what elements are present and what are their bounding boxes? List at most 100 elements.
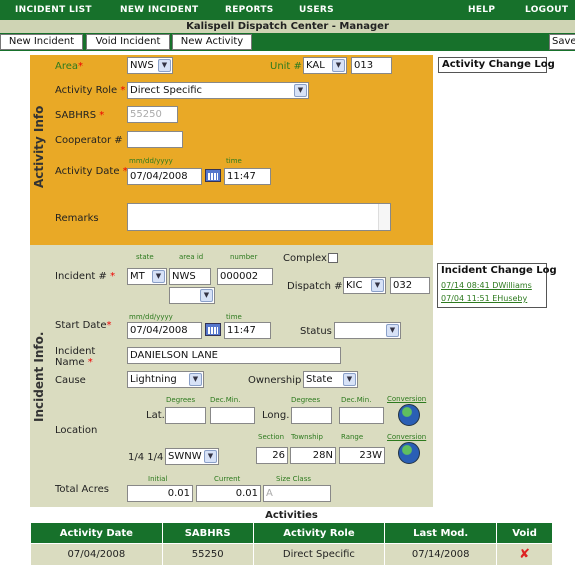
activity-role-label: Activity Role * <box>55 85 126 96</box>
lat-decmin-input[interactable] <box>210 407 255 424</box>
unit-prefix-select[interactable]: KAL ▼ <box>303 57 347 74</box>
col-last-mod[interactable]: Last Mod. <box>384 522 498 544</box>
chevron-down-icon: ▼ <box>371 279 384 292</box>
col-activity-role[interactable]: Activity Role <box>252 522 386 544</box>
total-acres-label: Total Acres <box>55 484 109 495</box>
nav-logout[interactable]: LOGOUT <box>525 5 568 15</box>
dispatch-number-input[interactable]: 032 <box>390 277 430 294</box>
incident-number-input[interactable]: 000002 <box>217 268 273 285</box>
start-date-input[interactable]: 07/04/2008 <box>127 322 202 339</box>
incident-change-log: Incident Change Log 07/14 08:41 DWilliam… <box>437 263 557 308</box>
table-row[interactable]: 07/04/2008 55250 Direct Specific 07/14/2… <box>30 543 553 566</box>
nav-reports[interactable]: REPORTS <box>225 5 274 15</box>
cause-label: Cause <box>55 375 86 386</box>
initial-acres-input[interactable]: 0.01 <box>127 485 193 502</box>
incident-name-label-1: Incident <box>55 346 96 357</box>
cooperator-input[interactable] <box>127 131 183 148</box>
current-hint: Current <box>214 475 241 483</box>
unit-number-input[interactable]: 013 <box>351 57 392 74</box>
lat-degrees-hint: Degrees <box>166 396 196 404</box>
calendar-icon[interactable] <box>205 169 221 182</box>
size-class-hint: Size Class <box>276 475 312 483</box>
sabhrs-label: SABHRS * <box>55 110 105 121</box>
globe-icon[interactable] <box>398 442 420 464</box>
status-label: Status <box>300 326 332 337</box>
area-select[interactable]: NWS ▼ <box>127 57 173 74</box>
activity-date-label: Activity Date * <box>55 166 128 177</box>
state-select[interactable]: MT ▼ <box>127 268 167 285</box>
activities-title: Activities <box>265 510 318 521</box>
ownership-select[interactable]: State ▼ <box>303 371 358 388</box>
chevron-down-icon: ▼ <box>189 373 202 386</box>
current-acres-input[interactable]: 0.01 <box>196 485 261 502</box>
conversion-link-latlong[interactable]: Conversion <box>387 395 426 403</box>
activity-role-select[interactable]: Direct Specific ▼ <box>127 82 309 99</box>
size-class-input[interactable]: A <box>263 485 331 502</box>
remarks-label: Remarks <box>55 213 99 224</box>
long-label: Long. <box>262 410 290 421</box>
area-id-input[interactable]: NWS <box>169 268 211 285</box>
lat-decmin-hint: Dec.Min. <box>210 396 241 404</box>
activity-date-input[interactable]: 07/04/2008 <box>127 168 202 185</box>
quarter-select[interactable]: SWNW ▼ <box>165 448 219 465</box>
chevron-down-icon: ▼ <box>204 450 217 463</box>
area-label: Area* <box>55 61 84 72</box>
area-sub-select[interactable]: ▼ <box>169 287 215 304</box>
nav-new-incident[interactable]: NEW INCIDENT <box>120 5 198 15</box>
start-date-label: Start Date* <box>55 320 112 331</box>
scrollbar[interactable] <box>378 204 390 230</box>
log-entry[interactable]: 07/14 08:41 DWilliams <box>441 281 532 290</box>
calendar-icon[interactable] <box>205 323 221 336</box>
globe-icon[interactable] <box>398 404 420 426</box>
sabhrs-input[interactable]: 55250 <box>127 106 178 123</box>
section-hint: Section <box>258 433 285 441</box>
new-activity-button[interactable]: New Activity <box>172 34 252 50</box>
chevron-down-icon: ▼ <box>332 59 345 72</box>
activity-log-title: Activity Change Log <box>442 59 555 70</box>
state-hint: state <box>136 253 154 261</box>
cause-select[interactable]: Lightning ▼ <box>127 371 204 388</box>
cooperator-label: Cooperator # <box>55 135 123 146</box>
chevron-down-icon: ▼ <box>343 373 356 386</box>
long-degrees-input[interactable] <box>291 407 332 424</box>
chevron-down-icon: ▼ <box>294 84 307 97</box>
void-incident-button[interactable]: Void Incident <box>86 34 170 50</box>
void-cell[interactable]: ✘ <box>496 543 553 566</box>
dispatch-prefix-select[interactable]: KIC ▼ <box>343 277 386 294</box>
col-activity-date[interactable]: Activity Date <box>30 522 163 544</box>
ownership-label: Ownership <box>248 375 302 386</box>
nav-users[interactable]: USERS <box>299 5 334 15</box>
start-time-hint: time <box>226 313 242 321</box>
incident-name-input[interactable]: DANIELSON LANE <box>127 347 341 364</box>
status-select[interactable]: ▼ <box>334 322 401 339</box>
long-decmin-input[interactable] <box>339 407 384 424</box>
row-activity-date[interactable]: 07/04/2008 <box>30 543 163 566</box>
col-sabhrs[interactable]: SABHRS <box>161 522 254 544</box>
range-input[interactable]: 23W <box>339 447 385 464</box>
incident-number-label: Incident # * <box>55 271 116 282</box>
row-activity-role: Direct Specific <box>252 543 386 566</box>
section-input[interactable]: 26 <box>256 447 288 464</box>
location-label: Location <box>55 425 98 436</box>
log-entry[interactable]: 07/04 11:51 EHuseby <box>441 294 527 303</box>
void-x-icon[interactable]: ✘ <box>519 547 530 562</box>
start-time-input[interactable]: 11:47 <box>224 322 271 339</box>
nav-incident-list[interactable]: INCIDENT LIST <box>15 5 92 15</box>
chevron-down-icon: ▼ <box>152 270 165 283</box>
long-degrees-hint: Degrees <box>291 396 321 404</box>
save-button[interactable]: Save <box>549 34 575 50</box>
conversion-link-plss[interactable]: Conversion <box>387 433 426 441</box>
township-input[interactable]: 28N <box>290 447 336 464</box>
quarter-label: 1/4 1/4 <box>128 452 164 463</box>
new-incident-button[interactable]: New Incident <box>0 34 83 50</box>
lat-degrees-input[interactable] <box>165 407 206 424</box>
number-hint: number <box>230 253 258 261</box>
row-sabhrs: 55250 <box>161 543 254 566</box>
remarks-textarea[interactable] <box>127 203 391 231</box>
initial-hint: Initial <box>148 475 168 483</box>
nav-help[interactable]: HELP <box>468 5 495 15</box>
start-date-hint: mm/dd/yyyy <box>129 313 173 321</box>
complex-checkbox[interactable] <box>328 253 338 263</box>
incident-name-label-2: Name * <box>55 357 93 368</box>
activity-time-input[interactable]: 11:47 <box>224 168 271 185</box>
